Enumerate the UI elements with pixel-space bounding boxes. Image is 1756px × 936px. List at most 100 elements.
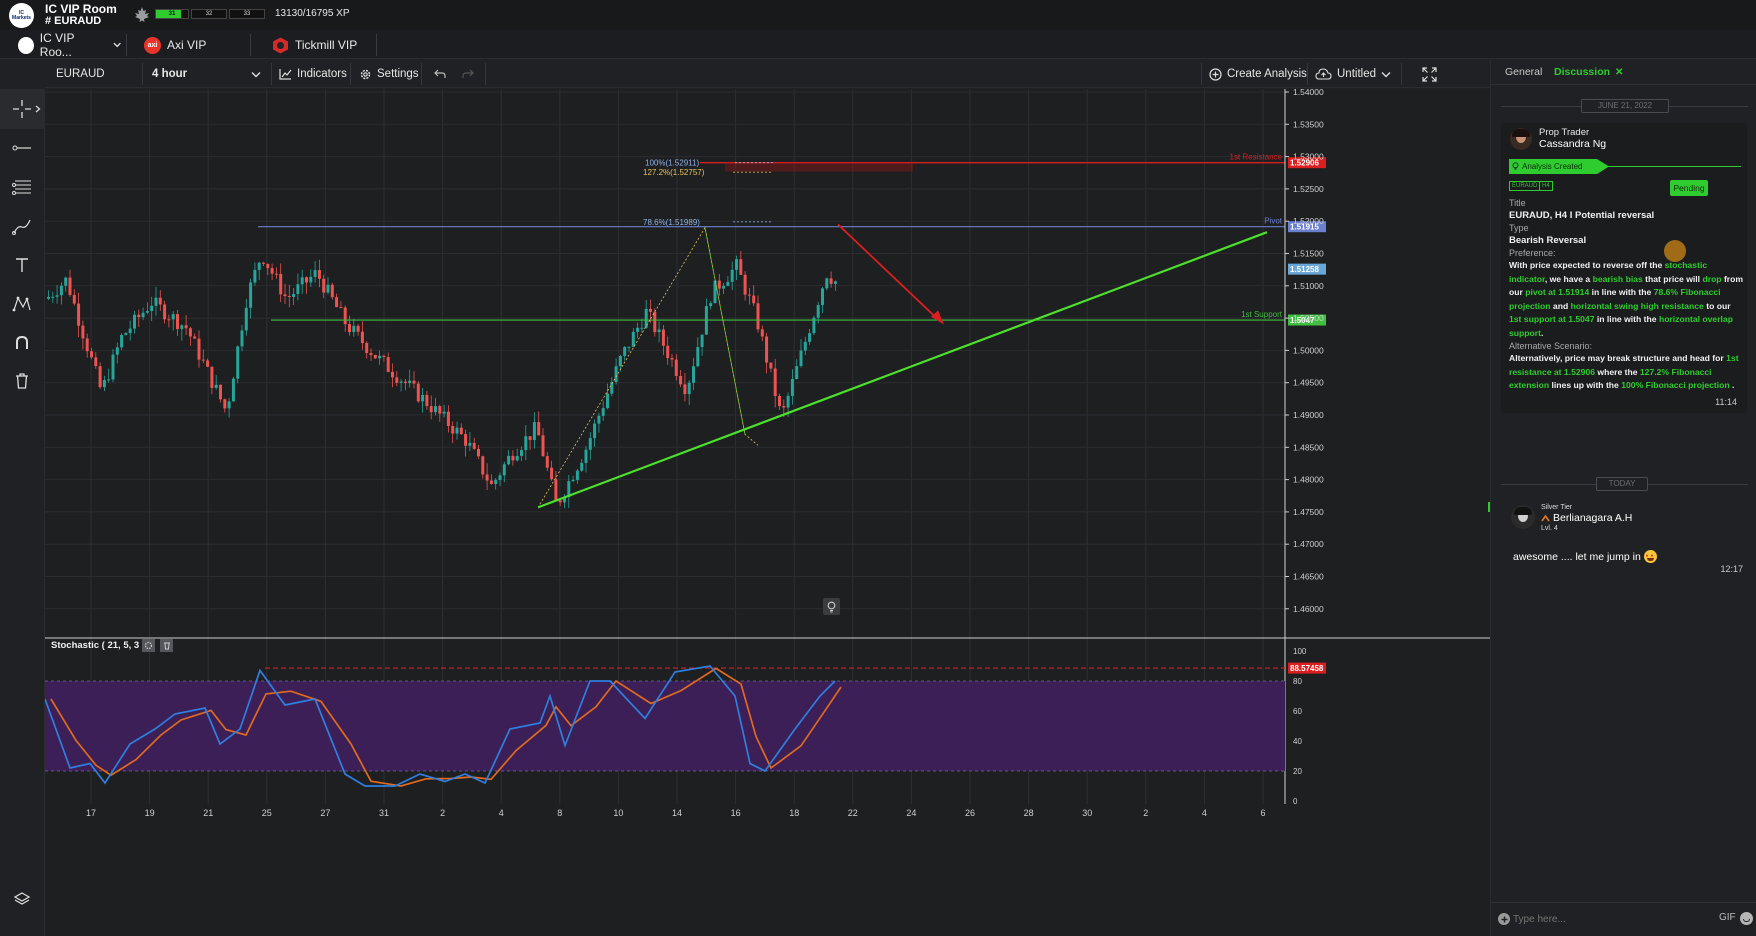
analysis-created-banner: Analysis Created <box>1509 159 1609 174</box>
candle-body <box>236 346 240 379</box>
magnet-tool[interactable] <box>0 323 44 363</box>
candle-body <box>550 467 554 480</box>
tab-discussion[interactable]: Discussion ✕ <box>1554 66 1623 78</box>
candle-body <box>541 435 545 457</box>
candle-body <box>81 325 85 339</box>
candle-body <box>446 411 450 426</box>
tab-discussion-label: Discussion <box>1554 66 1611 78</box>
candle-body <box>584 449 588 463</box>
redo-button[interactable] <box>457 60 479 88</box>
close-icon[interactable]: ✕ <box>1615 67 1623 78</box>
candle-body <box>137 314 141 318</box>
indicators-button[interactable]: Indicators <box>279 60 347 88</box>
candle-body <box>266 263 270 269</box>
price-tick-label: 1.49000 <box>1293 410 1324 420</box>
toolbar-divider <box>1307 63 1308 85</box>
gif-button[interactable]: GIF <box>1719 912 1736 923</box>
candle-body <box>352 325 356 333</box>
chart-area[interactable]: 1st Resistance 1.52906 Pivot 1.51915 1st Sup… <box>45 89 1490 936</box>
candle-body <box>154 297 158 306</box>
emoji-button[interactable] <box>1740 912 1753 925</box>
candle-body <box>481 456 485 475</box>
interval-select[interactable]: 4 hour <box>152 60 267 88</box>
candle-body <box>141 312 145 318</box>
tab-label: IC VIP Roo... <box>39 31 75 59</box>
candle-body <box>803 341 807 351</box>
bearish-arrow-head <box>931 310 944 325</box>
symbol-label: EURAUD <box>56 68 105 80</box>
layout-select[interactable]: Untitled <box>1315 60 1391 88</box>
level-name-label: Pivot <box>1264 217 1283 226</box>
indicator-remove-button[interactable] <box>160 639 173 652</box>
date-tick-label: 10 <box>613 808 623 818</box>
candle-body <box>279 273 283 295</box>
tab-general[interactable]: General <box>1505 66 1542 78</box>
candle-body <box>240 330 244 347</box>
brush-tool[interactable] <box>0 206 44 246</box>
date-tick-label: 30 <box>1082 808 1092 818</box>
settings-button[interactable]: Settings <box>359 60 419 88</box>
xp-progress: 31 32 33 <box>155 9 265 19</box>
candle-body <box>670 358 674 360</box>
candle-body <box>356 325 360 332</box>
candle-body <box>580 462 584 471</box>
attach-button[interactable] <box>1498 913 1510 925</box>
price-tick-label: 1.54000 <box>1293 89 1324 97</box>
candle-body <box>158 297 162 305</box>
chart-canvas[interactable]: 1st Resistance1.52906Pivot1.519151st Sup… <box>45 89 1490 936</box>
reply-author[interactable]: Berlianagara A.H <box>1541 512 1632 524</box>
fib-level-label: 78.6%(1.51989) <box>643 218 700 227</box>
chevron-down-icon[interactable] <box>113 42 121 48</box>
tab-ic-vip-room[interactable]: IC VIP Roo... <box>18 31 121 59</box>
candle-body <box>571 479 575 482</box>
fib-tool[interactable] <box>0 167 44 207</box>
undo-button[interactable] <box>429 60 451 88</box>
create-analysis-button[interactable]: Create Analysis <box>1209 60 1307 88</box>
idea-lightbulb-button[interactable] <box>823 598 840 615</box>
candle-body <box>163 304 167 320</box>
candle-body <box>722 285 726 289</box>
stochastic-band <box>45 681 1285 771</box>
date-tick-label: 4 <box>499 808 504 818</box>
price-tick-label: 1.50500 <box>1293 313 1324 323</box>
stochastic-tick-label: 40 <box>1293 737 1302 746</box>
text-tool[interactable] <box>0 245 44 285</box>
reply-message: Silver Tier Berlianagara A.H Lvl. 4 awes… <box>1501 500 1747 580</box>
crosshair-tool[interactable] <box>0 89 44 129</box>
tab-axi-vip[interactable]: axi Axi VIP <box>144 33 206 57</box>
tab-tickmill-vip[interactable]: Tickmill VIP <box>272 33 357 57</box>
tab-divider <box>250 34 251 56</box>
candle-body <box>821 288 824 306</box>
room-title: IC VIP Room <box>45 2 117 16</box>
level-name-label: 1st Resistance <box>1230 153 1283 162</box>
candle-body <box>386 357 390 372</box>
drawing-tools <box>0 89 45 936</box>
message-input[interactable] <box>1513 909 1673 929</box>
date-tick-label: 25 <box>262 808 272 818</box>
delete-drawings-tool[interactable] <box>0 361 44 401</box>
stochastic-tick-label: 20 <box>1293 767 1302 776</box>
date-tick-label: 17 <box>86 808 96 818</box>
layers-tool[interactable] <box>0 879 44 919</box>
candle-body <box>188 328 192 337</box>
candle-body <box>575 470 579 480</box>
preference-text: With price expected to reverse off the s… <box>1509 260 1744 338</box>
trend-line-tool[interactable] <box>0 128 44 168</box>
candle-body <box>717 280 721 289</box>
candle-body <box>434 406 437 413</box>
crosshair-icon <box>13 100 31 118</box>
pattern-tool[interactable] <box>0 284 44 324</box>
fib-level-label: 127.2%(1.52757) <box>643 168 705 177</box>
author-name[interactable]: Cassandra Ng <box>1539 138 1606 150</box>
candle-body <box>77 303 81 326</box>
smile-icon <box>1743 919 1750 922</box>
scroll-indicator[interactable] <box>1488 502 1490 512</box>
symbol-search[interactable]: EURAUD <box>56 60 136 88</box>
indicator-settings-button[interactable] <box>142 639 155 652</box>
candle-body <box>180 325 184 330</box>
candle-body <box>674 359 678 376</box>
brush-icon <box>12 219 31 235</box>
candle-body <box>330 284 334 298</box>
fullscreen-button[interactable] <box>1417 60 1441 88</box>
chevron-down-icon <box>251 71 261 77</box>
